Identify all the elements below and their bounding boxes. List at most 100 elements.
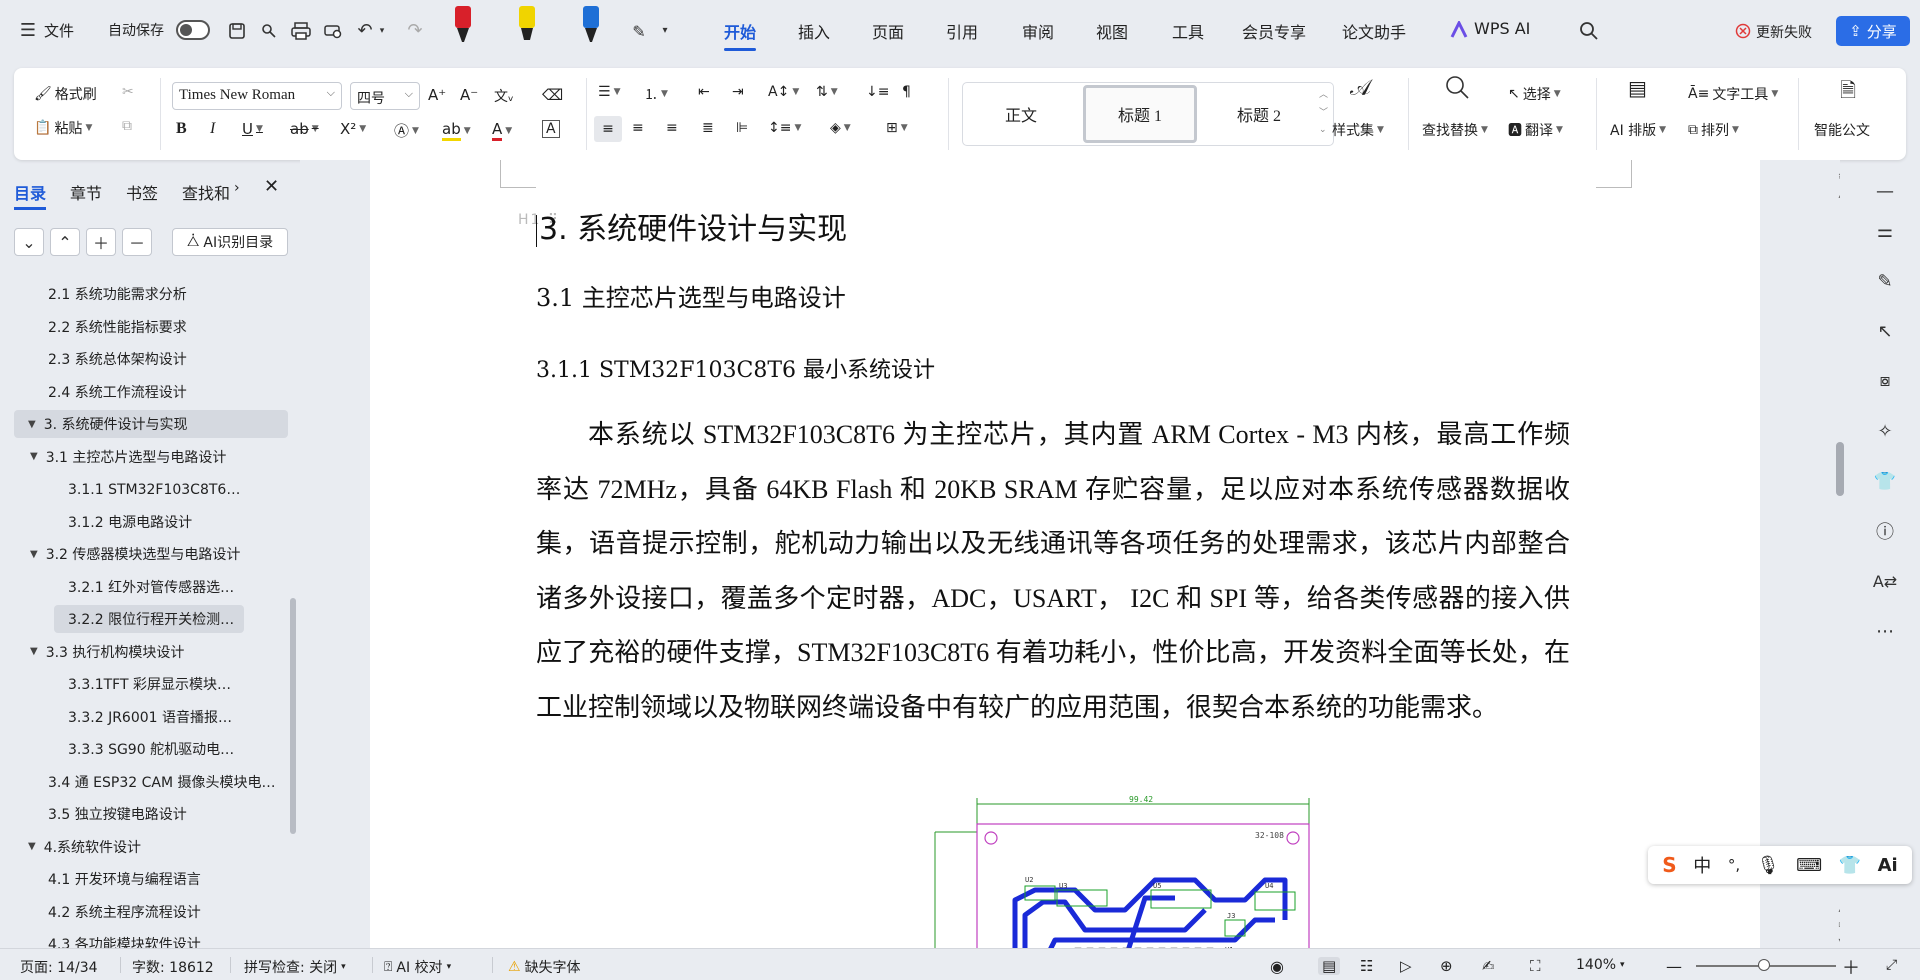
- fullscreen-icon[interactable]: ⤢: [1886, 957, 1897, 973]
- toc-expand-caret-icon[interactable]: ▼: [30, 451, 38, 462]
- microphone-icon[interactable]: 🎙: [1757, 855, 1780, 876]
- share-button[interactable]: ⇪ 分享: [1836, 16, 1910, 46]
- arrange-button[interactable]: ⧉ 排列 ▼: [1688, 120, 1739, 140]
- nav-tab-find[interactable]: 查找和: [182, 180, 230, 204]
- close-pane-icon[interactable]: ✕: [264, 176, 279, 197]
- toc-expand-caret-icon[interactable]: ▼: [28, 419, 36, 430]
- toc-item[interactable]: 3.3.3 SG90 舵机驱动电路设计: [14, 735, 244, 763]
- autosave-toggle[interactable]: [176, 20, 210, 40]
- copy-icon[interactable]: ⧉: [122, 118, 132, 134]
- hamburger-menu-icon[interactable]: ☰: [18, 20, 38, 41]
- decrease-indent-icon[interactable]: ⇤: [698, 84, 710, 100]
- nav-tab-sections[interactable]: 章节: [70, 180, 102, 204]
- outline-view-icon[interactable]: ☷: [1360, 957, 1373, 975]
- shirt-icon[interactable]: 👕: [1872, 468, 1898, 494]
- style-heading-2[interactable]: 标题 2: [1201, 83, 1317, 145]
- find-replace-icon[interactable]: [1444, 74, 1470, 100]
- document-scrollbar-thumb[interactable]: [1836, 442, 1844, 496]
- more-icon[interactable]: ⋯: [1872, 618, 1898, 644]
- play-icon[interactable]: ▷: [1400, 957, 1412, 975]
- ime-mode-toggle[interactable]: 中: [1693, 852, 1711, 878]
- translate-button[interactable]: 🅰 翻译 ▼: [1508, 120, 1563, 140]
- zoom-level[interactable]: 140% ▾: [1576, 957, 1625, 973]
- font-name-select[interactable]: Times New Roman ⌵: [172, 82, 342, 110]
- collapse-all-icon[interactable]: ⌄: [14, 228, 44, 256]
- borders-icon[interactable]: ⊞ ▼: [886, 120, 908, 136]
- ai-layout-icon[interactable]: ▤: [1628, 76, 1647, 100]
- toc-expand-caret-icon[interactable]: ▼: [30, 646, 38, 657]
- zoom-slider-handle[interactable]: [1758, 959, 1770, 971]
- smart-doc-button[interactable]: 智能公文: [1814, 120, 1870, 140]
- missing-font-warning[interactable]: ⚠ 缺失字体: [508, 957, 581, 977]
- body-paragraph[interactable]: 本系统以 STM32F103C8T6 为主控芯片，其内置 ARM Cortex …: [536, 408, 1570, 735]
- tab-insert[interactable]: 插入: [798, 19, 830, 43]
- heading-3[interactable]: 3.1.1 STM32F103C8T6 最小系统设计: [536, 352, 935, 384]
- scroll-up-icon[interactable]: ▴: [1834, 188, 1840, 202]
- page-view-icon[interactable]: ▤: [1318, 957, 1341, 975]
- keyboard-icon[interactable]: ⌨: [1796, 855, 1822, 876]
- style-expand-icon[interactable]: ⌄: [1319, 125, 1327, 135]
- bold-icon[interactable]: B: [176, 120, 187, 138]
- file-menu[interactable]: 文件: [44, 20, 74, 41]
- highlight-color-icon[interactable]: ab ▼: [442, 120, 471, 141]
- bullet-list-icon[interactable]: ☰ ▼: [598, 84, 620, 100]
- spellcheck-status[interactable]: 拼写检查: 关闭 ▾: [244, 957, 346, 977]
- nav-tab-bookmarks[interactable]: 书签: [126, 180, 158, 204]
- zoom-out-icon[interactable]: —: [1666, 957, 1682, 976]
- zoom-in-icon[interactable]: ＋: [1842, 954, 1860, 980]
- phonetic-guide-icon[interactable]: 文ᵥ: [494, 86, 514, 106]
- image-tool-icon[interactable]: ⧇: [1872, 368, 1898, 394]
- toc-item[interactable]: 3.2.1 红外对管传感器选型与电路设计: [14, 573, 244, 601]
- tab-wps-ai[interactable]: WPS AI: [1474, 19, 1530, 38]
- toc-item[interactable]: ▼ 4.系统软件设计: [14, 833, 288, 861]
- adjust-icon[interactable]: ⚌: [1872, 218, 1898, 244]
- italic-icon[interactable]: I: [210, 120, 215, 138]
- sort-icon[interactable]: ⇅ ▼: [816, 84, 838, 100]
- tab-home[interactable]: 开始: [724, 19, 757, 51]
- tab-references[interactable]: 引用: [946, 19, 978, 43]
- undo-icon[interactable]: ↶: [354, 19, 376, 41]
- eye-protection-icon[interactable]: ◉: [1270, 957, 1284, 976]
- translate-side-icon[interactable]: A⇄: [1872, 568, 1898, 594]
- web-view-icon[interactable]: ⊕: [1440, 957, 1453, 975]
- print-preview-icon[interactable]: [322, 20, 344, 42]
- toc-item[interactable]: 3.2.2 限位行程开关检测原理与电路设计: [54, 605, 244, 633]
- toc-expand-caret-icon[interactable]: ▼: [28, 841, 36, 852]
- scroll-top-icon[interactable]: ⇞: [1834, 170, 1840, 184]
- next-page-icon[interactable]: ▾: [1834, 934, 1840, 948]
- magic-icon[interactable]: ✧: [1872, 418, 1898, 444]
- text-effect-icon[interactable]: Ⓐ ▼: [394, 120, 419, 141]
- toc-item[interactable]: 4.2 系统主程序流程设计: [14, 898, 288, 926]
- sogou-logo-icon[interactable]: S: [1662, 853, 1676, 877]
- toc-item[interactable]: 3.3.2 JR6001 语音播报模块电路设计: [14, 703, 244, 731]
- ime-punctuation-toggle[interactable]: °,: [1728, 856, 1740, 874]
- ime-ai-button[interactable]: Ai: [1878, 855, 1898, 876]
- distributed-align-icon[interactable]: ⊫: [736, 120, 748, 136]
- find-replace-button[interactable]: 查找替换 ▼: [1422, 120, 1488, 140]
- remove-heading-icon[interactable]: －: [122, 228, 152, 256]
- text-direction-icon[interactable]: A↕ ▼: [768, 84, 799, 100]
- blue-pen-icon[interactable]: [580, 2, 602, 50]
- smart-doc-icon[interactable]: 🗎: [1840, 76, 1856, 110]
- link-icon[interactable]: [258, 20, 280, 42]
- tab-review[interactable]: 审阅: [1022, 19, 1054, 43]
- tab-thesis-assistant[interactable]: 论文助手: [1342, 19, 1406, 43]
- style-scroll-down-icon[interactable]: ﹀: [1319, 105, 1328, 118]
- font-color-icon[interactable]: A ▼: [492, 120, 512, 141]
- grow-font-icon[interactable]: A⁺: [428, 86, 446, 104]
- shrink-font-icon[interactable]: A⁻: [460, 86, 478, 104]
- expand-up-icon[interactable]: ⌃: [50, 228, 80, 256]
- prev-page-icon[interactable]: ▴: [1834, 902, 1840, 916]
- heading-1[interactable]: 3. 系统硬件设计与实现: [536, 204, 847, 248]
- style-set-icon[interactable]: 𝒜: [1350, 76, 1371, 101]
- cut-icon[interactable]: ✂: [122, 84, 134, 100]
- toc-item[interactable]: 3.1.1 STM32F103C8T6 最小系统设计: [14, 475, 244, 503]
- toc-item[interactable]: 3.5 独立按键电路设计: [14, 800, 288, 828]
- toc-item[interactable]: 2.3 系统总体架构设计: [14, 345, 288, 373]
- yellow-highlighter-icon[interactable]: [516, 2, 538, 50]
- text-tools-button[interactable]: Ā≡ 文字工具 ▼: [1688, 84, 1778, 104]
- numbered-list-icon[interactable]: ⒈ ▼: [644, 84, 668, 104]
- red-pen-icon[interactable]: [452, 2, 474, 50]
- sort-order-icon[interactable]: ↓≡: [866, 84, 889, 100]
- search-icon[interactable]: [1578, 20, 1600, 42]
